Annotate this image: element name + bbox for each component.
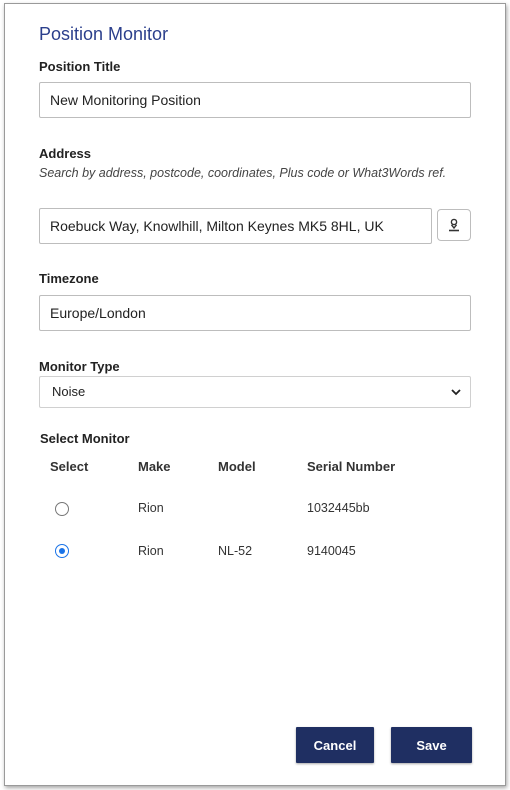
address-input[interactable]: Roebuck Way, Knowlhill, Milton Keynes MK… [39, 208, 432, 244]
make-cell: Rion [138, 544, 164, 558]
make-cell: Rion [138, 501, 164, 515]
address-label: Address [39, 146, 92, 161]
column-header-select: Select [50, 459, 89, 474]
model-cell: NL-52 [218, 544, 253, 558]
locate-button[interactable] [437, 209, 471, 241]
address-hint: Search by address, postcode, coordinates… [39, 166, 447, 180]
timezone-input[interactable]: Europe/London [39, 295, 471, 331]
chevron-down-icon [451, 389, 461, 396]
dialog-title: Position Monitor [39, 24, 169, 44]
select-monitor-label: Select Monitor [40, 431, 130, 446]
monitor-radio-2[interactable] [55, 544, 69, 558]
position-title-input[interactable]: New Monitoring Position [39, 82, 471, 118]
serial-cell: 9140045 [307, 544, 356, 558]
serial-cell: 1032445bb [307, 501, 370, 515]
monitor-type-select[interactable]: Noise [39, 376, 471, 408]
column-header-make: Make [138, 459, 171, 474]
person-pin-icon [449, 218, 459, 232]
monitor-type-value: Noise [52, 384, 86, 399]
monitor-type-label: Monitor Type [39, 359, 120, 374]
column-header-model: Model [218, 459, 256, 474]
position-monitor-dialog: Position Monitor Position Title New Moni… [4, 3, 506, 786]
column-header-serial-number: Serial Number [307, 459, 396, 474]
cancel-button[interactable]: Cancel [296, 727, 374, 763]
monitor-radio-1[interactable] [55, 502, 69, 516]
timezone-label: Timezone [39, 271, 99, 286]
position-title-label: Position Title [39, 59, 121, 74]
save-button[interactable]: Save [391, 727, 472, 763]
